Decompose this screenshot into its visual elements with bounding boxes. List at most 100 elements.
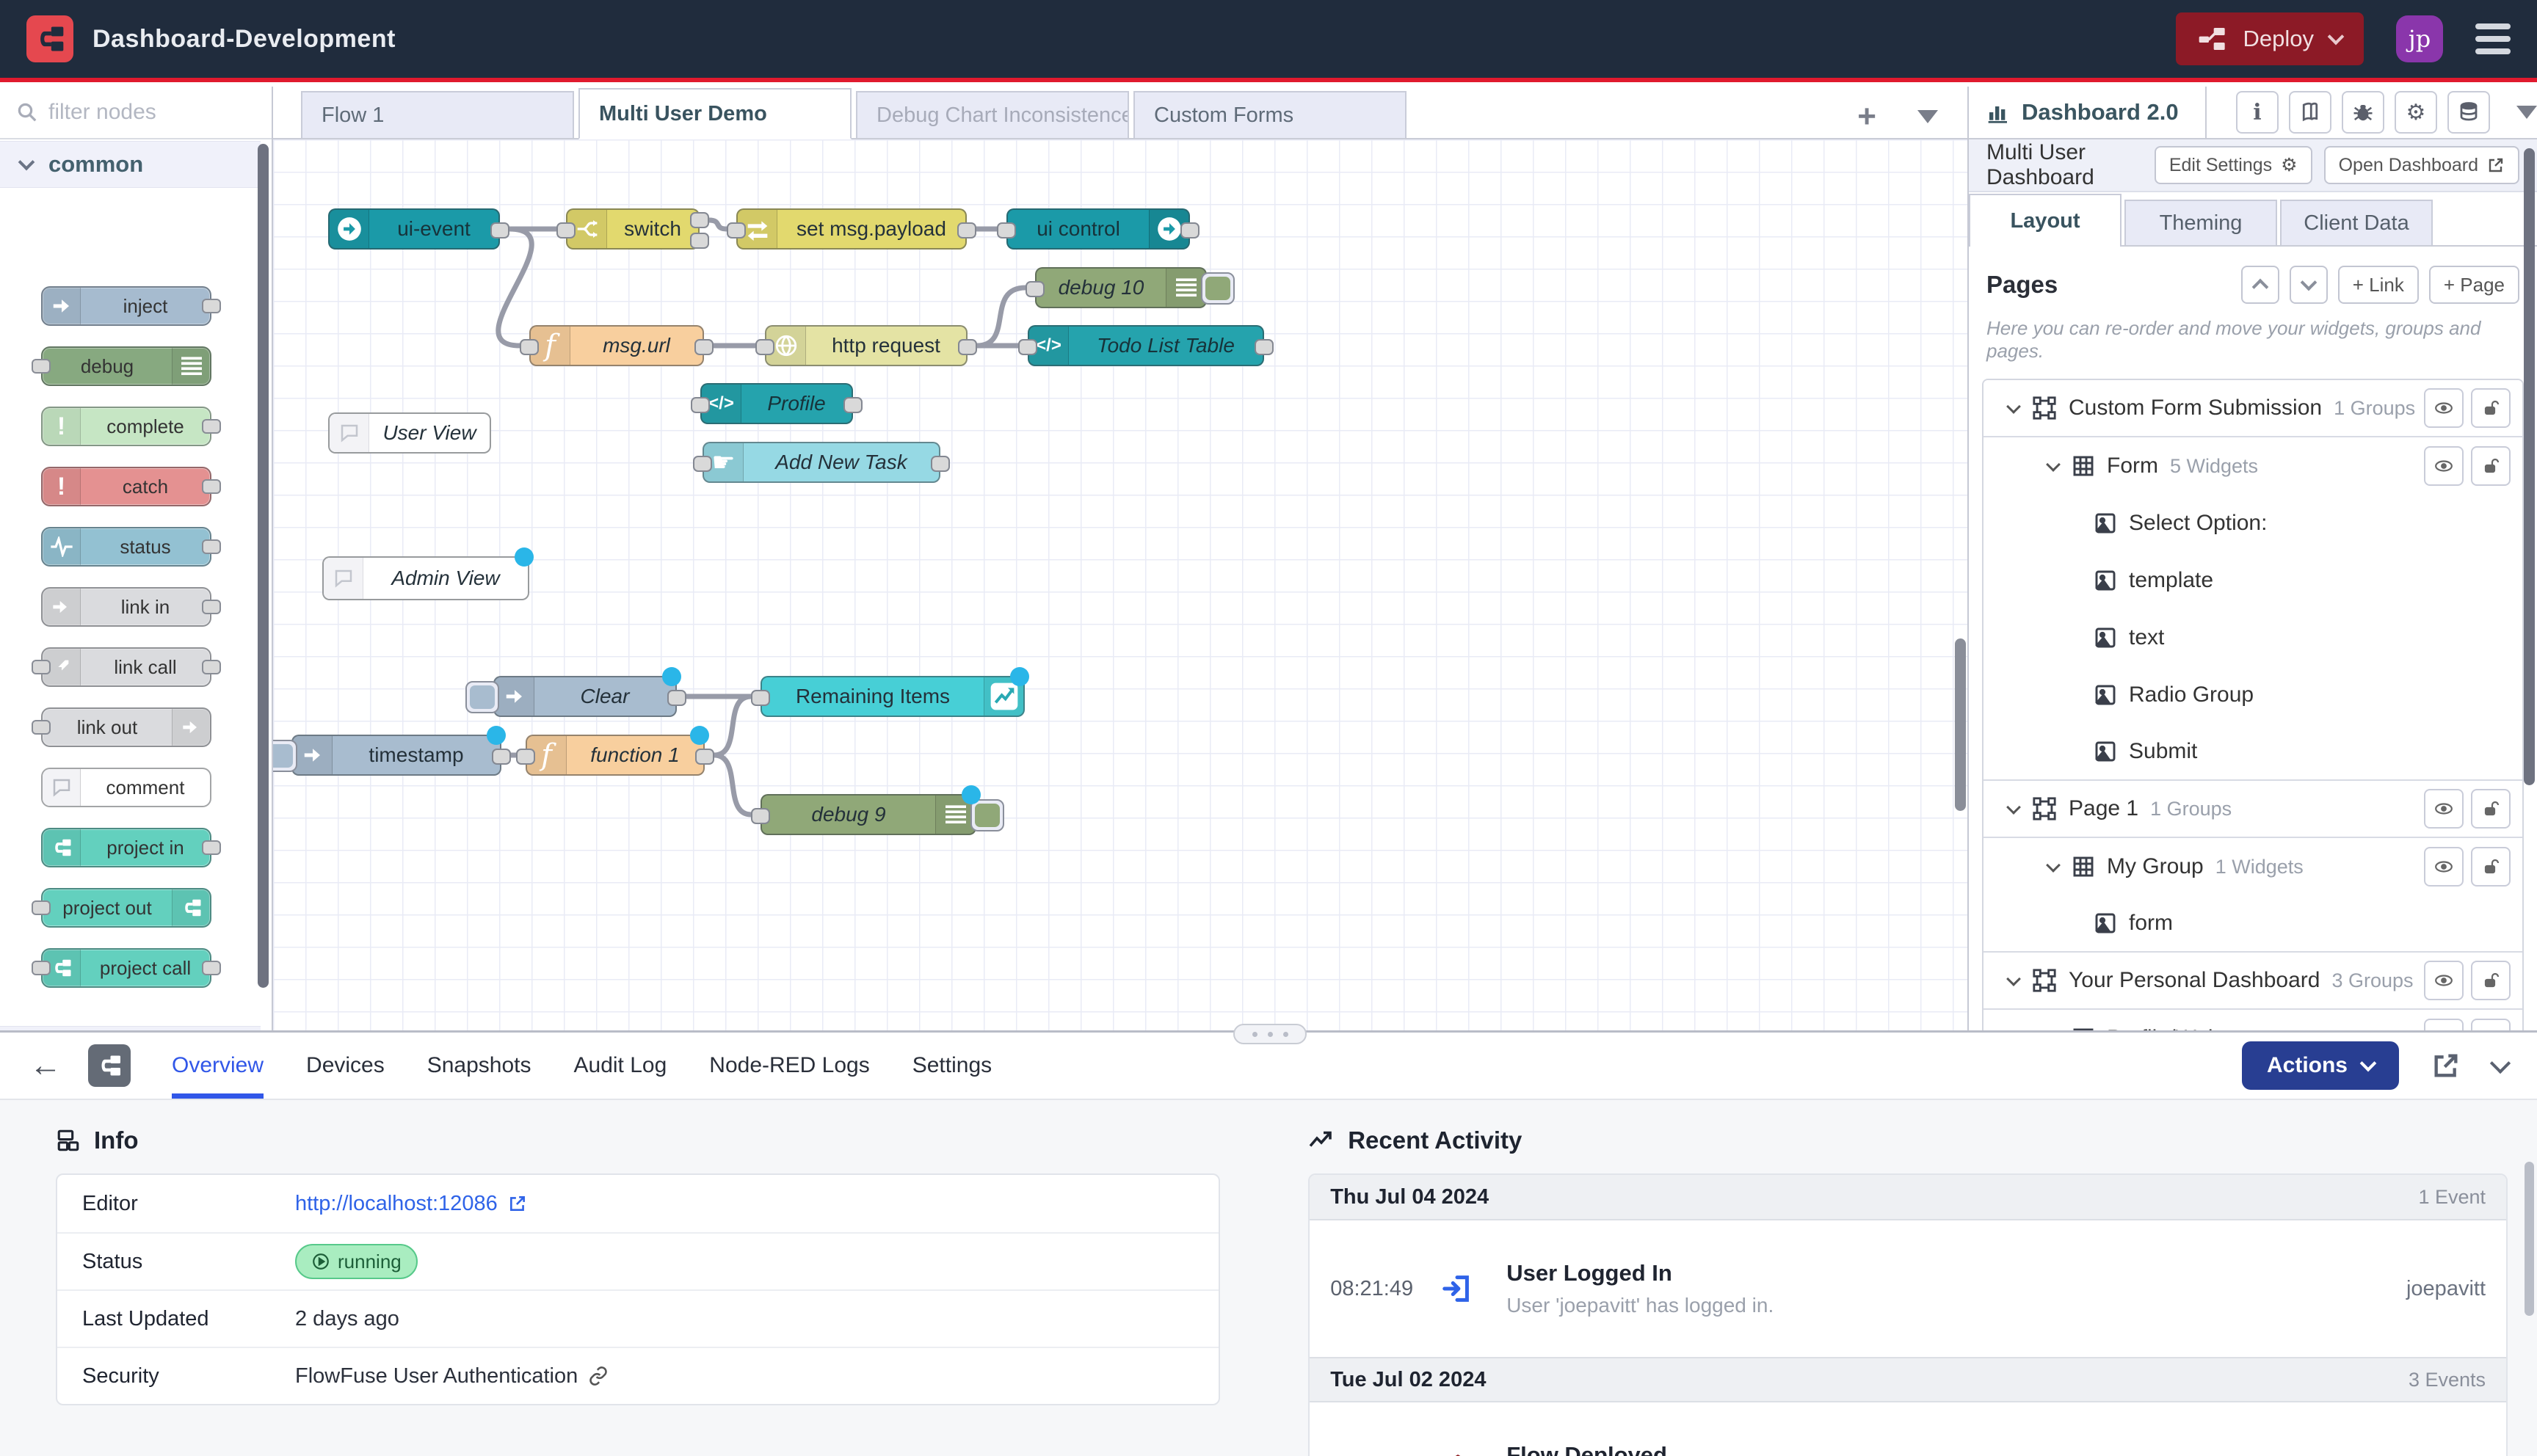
user-avatar[interactable]: jp (2396, 15, 2443, 62)
output-port-1[interactable] (690, 212, 709, 228)
sidebar-scrollbar[interactable] (2524, 148, 2535, 785)
output-port[interactable] (695, 749, 714, 765)
canvas-node-remaining-items[interactable]: Remaining Items (761, 676, 1025, 717)
chain-link-icon[interactable] (588, 1366, 609, 1386)
unlock-icon[interactable] (2471, 847, 2511, 887)
context-data-icon[interactable] (2447, 91, 2490, 134)
input-port[interactable] (1026, 281, 1045, 297)
input-port[interactable] (520, 339, 539, 355)
debug-bug-icon[interactable] (2342, 91, 2384, 134)
canvas-node-msg-url[interactable]: f msg.url (529, 325, 704, 366)
input-port[interactable] (1018, 339, 1037, 355)
unlock-icon[interactable] (2471, 961, 2511, 1000)
flow-tab-multi-user-demo[interactable]: Multi User Demo (578, 88, 852, 139)
tree-widget-row[interactable]: template (1983, 552, 2522, 609)
palette-node-project-call[interactable]: project call (41, 948, 211, 988)
input-port[interactable] (693, 456, 712, 472)
flow-canvas[interactable]: ui-event switch set msg.payload ui contr… (273, 139, 1967, 1030)
canvas-node-timestamp[interactable]: timestamp (291, 735, 501, 776)
output-port[interactable] (1255, 339, 1274, 355)
tree-widget-row[interactable]: text (1983, 609, 2522, 666)
tree-page-row[interactable]: Your Personal Dashboard 3 Groups (1983, 953, 2522, 1010)
output-port[interactable] (1180, 222, 1199, 239)
output-port[interactable] (202, 961, 221, 975)
flow-list-caret-icon[interactable] (1917, 110, 1938, 123)
debug-toggle-button[interactable] (1201, 272, 1235, 305)
palette-node-status[interactable]: status (41, 527, 211, 567)
input-port[interactable] (727, 222, 746, 239)
inject-button[interactable] (465, 681, 499, 713)
tab-audit-log[interactable]: Audit Log (574, 1033, 667, 1099)
tab-devices[interactable]: Devices (306, 1033, 385, 1099)
palette-node-inject[interactable]: inject (41, 286, 211, 326)
tab-snapshots[interactable]: Snapshots (427, 1033, 531, 1099)
canvas-node-ui-control[interactable]: ui control (1006, 208, 1190, 250)
eye-icon[interactable] (2424, 961, 2464, 1000)
output-port[interactable] (202, 479, 221, 494)
output-port[interactable] (202, 299, 221, 313)
output-port[interactable] (490, 222, 509, 239)
palette-node-link-in[interactable]: link in (41, 587, 211, 627)
info-tab-icon[interactable]: i (2236, 91, 2279, 134)
canvas-node-switch[interactable]: switch (566, 208, 700, 250)
canvas-node-ui-event[interactable]: ui-event (328, 208, 500, 250)
sidebar-tab-dashboard[interactable]: Dashboard 2.0 (1969, 87, 2207, 138)
inject-button[interactable] (273, 740, 297, 772)
tab-node-red-logs[interactable]: Node-RED Logs (709, 1033, 869, 1099)
tab-settings[interactable]: Settings (912, 1033, 992, 1099)
palette-node-catch[interactable]: ! catch (41, 467, 211, 506)
input-port[interactable] (751, 808, 770, 824)
tree-widget-row[interactable]: form (1983, 895, 2522, 953)
input-port[interactable] (32, 660, 51, 674)
tab-theming[interactable]: Theming (2124, 200, 2277, 245)
back-arrow-icon[interactable]: ← (29, 1047, 62, 1084)
add-page-button[interactable]: + Page (2429, 266, 2519, 304)
tree-group-row[interactable]: My Group 1 Widgets (1983, 838, 2522, 895)
input-port[interactable] (755, 339, 774, 355)
palette-node-link-call[interactable]: link call (41, 647, 211, 687)
tree-page-row[interactable]: Custom Form Submission 1 Groups (1983, 380, 2522, 437)
palette-scrollbar[interactable] (258, 144, 269, 988)
deploy-button[interactable]: Deploy (2176, 12, 2364, 65)
add-flow-button[interactable]: + (1857, 98, 1876, 135)
panel-drag-handle[interactable] (1233, 1024, 1307, 1044)
input-port[interactable] (516, 749, 535, 765)
input-port[interactable] (751, 690, 770, 706)
output-port-2[interactable] (690, 233, 709, 249)
output-port[interactable] (202, 600, 221, 614)
palette-node-project-out[interactable]: project out (41, 888, 211, 928)
canvas-node-function1[interactable]: f function 1 (526, 735, 705, 776)
tree-page-row[interactable]: Page 1 1 Groups (1983, 781, 2522, 838)
input-port[interactable] (32, 359, 51, 374)
tree-widget-row[interactable]: Select Option: (1983, 495, 2522, 552)
output-port[interactable] (202, 660, 221, 674)
tab-overview[interactable]: Overview (172, 1033, 264, 1099)
eye-icon[interactable] (2424, 847, 2464, 887)
unlock-icon[interactable] (2471, 789, 2511, 829)
eye-icon[interactable] (2424, 446, 2464, 486)
canvas-comment-admin-view[interactable]: Admin View (322, 556, 529, 600)
edit-settings-button[interactable]: Edit Settings⚙ (2155, 146, 2312, 184)
activity-event-row[interactable]: 08:21:49 User Logged In User 'joepavitt'… (1310, 1220, 2506, 1357)
help-book-icon[interactable] (2289, 91, 2331, 134)
unlock-icon[interactable] (2471, 446, 2511, 486)
open-editor-icon[interactable] (2431, 1051, 2461, 1080)
activity-event-row[interactable]: 13:34:42 Flow Deployed Deploy type 'full… (1310, 1402, 2506, 1456)
tree-widget-row[interactable]: Submit (1983, 724, 2522, 781)
canvas-node-debug9[interactable]: debug 9 (761, 794, 976, 835)
bottom-panel-scrollbar[interactable] (2525, 1162, 2534, 1316)
output-port[interactable] (667, 690, 686, 706)
input-port[interactable] (32, 900, 51, 915)
sidebar-menu-caret-icon[interactable] (2516, 106, 2537, 119)
output-port[interactable] (202, 539, 221, 554)
main-menu-icon[interactable] (2475, 23, 2511, 54)
input-port[interactable] (556, 222, 576, 239)
unlock-icon[interactable] (2471, 388, 2511, 428)
canvas-node-http-request[interactable]: http request (765, 325, 968, 366)
canvas-node-add-new-task[interactable]: ☛ Add New Task (703, 442, 940, 483)
input-port[interactable] (997, 222, 1016, 239)
canvas-comment-user-view[interactable]: User View (328, 412, 491, 454)
palette-node-comment[interactable]: comment (41, 768, 211, 807)
expand-all-button[interactable] (2290, 266, 2328, 304)
tree-widget-row[interactable]: Radio Group (1983, 666, 2522, 724)
